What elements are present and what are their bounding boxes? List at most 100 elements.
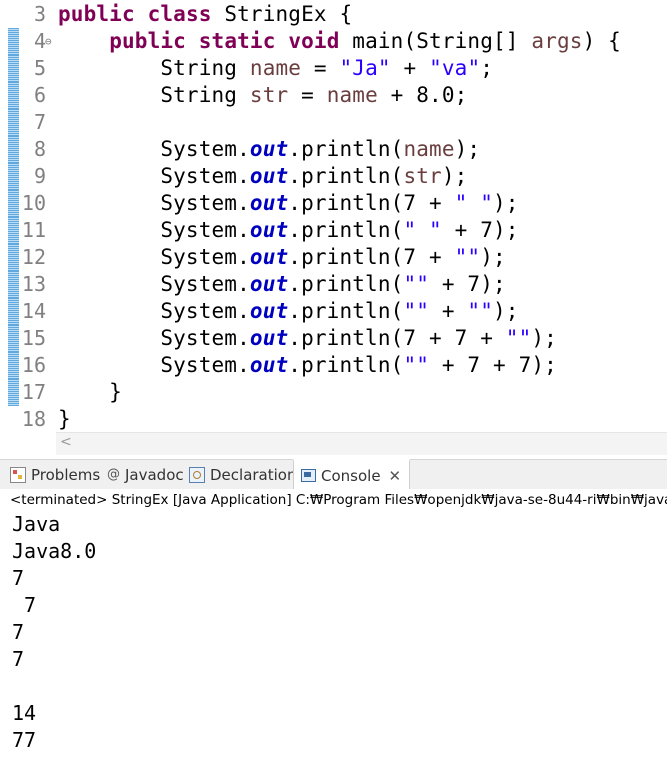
code-token: out	[249, 353, 289, 377]
code-token: ""	[505, 326, 532, 350]
code-line[interactable]: 11 System.out.println(" " + 7);	[0, 217, 667, 244]
code-line[interactable]: 13 System.out.println("" + 7);	[0, 271, 667, 298]
code-line[interactable]: 7	[0, 109, 667, 136]
code-token: .println(	[288, 137, 404, 161]
editor-gutter-bottom	[0, 432, 56, 454]
code-line[interactable]: 12 System.out.println(7 + "");	[0, 244, 667, 271]
code-token: out	[249, 326, 289, 350]
code-line[interactable]: 5 String name = "Ja" + "va";	[0, 55, 667, 82]
code-token: System.	[58, 272, 250, 296]
line-number: 4	[33, 29, 46, 53]
code-line[interactable]: 16 System.out.println("" + 7 + 7);	[0, 352, 667, 379]
declaration-icon	[189, 466, 205, 483]
tab-console[interactable]: Console ✕	[293, 459, 411, 492]
code-token: System.	[58, 353, 250, 377]
console-line: 7	[12, 593, 37, 617]
code-token: "va"	[429, 56, 481, 80]
code-token: +	[390, 56, 430, 80]
code-token: void	[288, 29, 340, 53]
code-token: System.	[58, 191, 250, 215]
javadoc-icon: @	[107, 466, 120, 482]
code-token: + 7);	[429, 272, 506, 296]
code-token: name	[326, 83, 378, 107]
code-text: System.out.println(" " + 7);	[58, 217, 519, 244]
console-output[interactable]: Java Java8.0 7 7 7 7 14 77	[0, 511, 667, 762]
line-number: 12	[21, 245, 46, 269]
code-token: + 7 + 7);	[429, 353, 557, 377]
code-token: out	[249, 191, 289, 215]
code-token: " "	[403, 218, 442, 242]
code-token: name	[403, 137, 455, 161]
code-line[interactable]: 15 System.out.println(7 + 7 + "");	[0, 325, 667, 352]
line-number: 10	[21, 191, 46, 215]
tab-javadoc[interactable]: @ Javadoc	[107, 460, 184, 490]
code-line[interactable]: 8 System.out.println(name);	[0, 136, 667, 163]
code-token: );	[531, 326, 557, 350]
code-line[interactable]: 17 }	[0, 379, 667, 406]
code-text: System.out.println("" + 7 + 7);	[58, 352, 557, 379]
code-token: );	[480, 245, 506, 269]
code-token: ) {	[582, 29, 621, 53]
console-line: 7	[12, 566, 25, 590]
code-text: public class StringEx {	[58, 1, 352, 28]
console-line: 7	[12, 647, 25, 671]
code-token: System.	[58, 245, 250, 269]
tab-console-label: Console	[321, 467, 381, 485]
code-token: class	[147, 2, 212, 26]
code-token: ""	[454, 245, 481, 269]
code-token: public	[58, 2, 135, 26]
code-text: String str = name + 8.0;	[58, 82, 467, 109]
code-token: "Ja"	[339, 56, 391, 80]
code-line[interactable]: 10 System.out.println(7 + " ");	[0, 190, 667, 217]
code-token: out	[249, 272, 289, 296]
code-token: .println(7 +	[288, 245, 455, 269]
code-text: System.out.println(7 + " ");	[58, 190, 519, 217]
line-number: 11	[21, 218, 46, 242]
horizontal-scrollbar[interactable]: <	[56, 432, 667, 455]
code-token: .println(	[288, 353, 404, 377]
code-text: System.out.println(7 + 7 + "");	[58, 325, 557, 352]
code-line[interactable]: 4 ⊖ public static void main(String[] args…	[0, 28, 667, 55]
code-token: public	[109, 29, 186, 53]
tab-problems[interactable]: Problems	[10, 460, 100, 490]
code-line[interactable]: 6 String str = name + 8.0;	[0, 82, 667, 109]
problems-icon	[10, 466, 26, 483]
code-line[interactable]: 18}	[0, 406, 667, 432]
console-line: 77	[12, 728, 37, 752]
code-token: .println(	[288, 299, 404, 323]
code-token: System.	[58, 218, 250, 242]
code-text: public static void main(String[] args) {	[58, 28, 621, 55]
code-token: );	[441, 164, 468, 188]
code-token: );	[493, 191, 519, 215]
code-token: StringEx {	[211, 2, 353, 26]
line-number: 14	[21, 299, 46, 323]
code-line[interactable]: 14 System.out.println("" + "");	[0, 298, 667, 325]
code-text: }	[58, 379, 122, 406]
close-icon[interactable]: ✕	[389, 461, 402, 491]
tab-declaration[interactable]: Declaration	[189, 460, 296, 490]
line-number: 13	[21, 272, 46, 296]
code-line[interactable]: 9 System.out.println(str);	[0, 163, 667, 190]
code-token: out	[249, 164, 289, 188]
code-token: =	[301, 56, 340, 80]
code-token: System.	[58, 137, 250, 161]
code-token: .println(7 +	[288, 191, 455, 215]
code-token: ""	[403, 272, 430, 296]
code-token: .println(	[288, 272, 404, 296]
scroll-left-arrow-icon[interactable]: <	[60, 434, 72, 450]
code-token: ""	[467, 299, 494, 323]
code-line[interactable]: 3 public class StringEx {	[0, 1, 667, 28]
code-editor[interactable]: 3 public class StringEx {4 ⊖ public static…	[0, 0, 667, 432]
console-line: Java	[12, 512, 61, 536]
fold-collapse-icon[interactable]: ⊖	[45, 28, 52, 55]
code-token: + 8.0;	[377, 83, 468, 107]
code-token: String	[58, 56, 250, 80]
code-token: );	[493, 299, 519, 323]
code-text: System.out.println(name);	[58, 136, 480, 163]
console-line: Java8.0	[12, 539, 97, 563]
console-icon	[301, 469, 316, 482]
line-number: 18	[21, 407, 46, 431]
tab-problems-label: Problems	[31, 466, 101, 484]
